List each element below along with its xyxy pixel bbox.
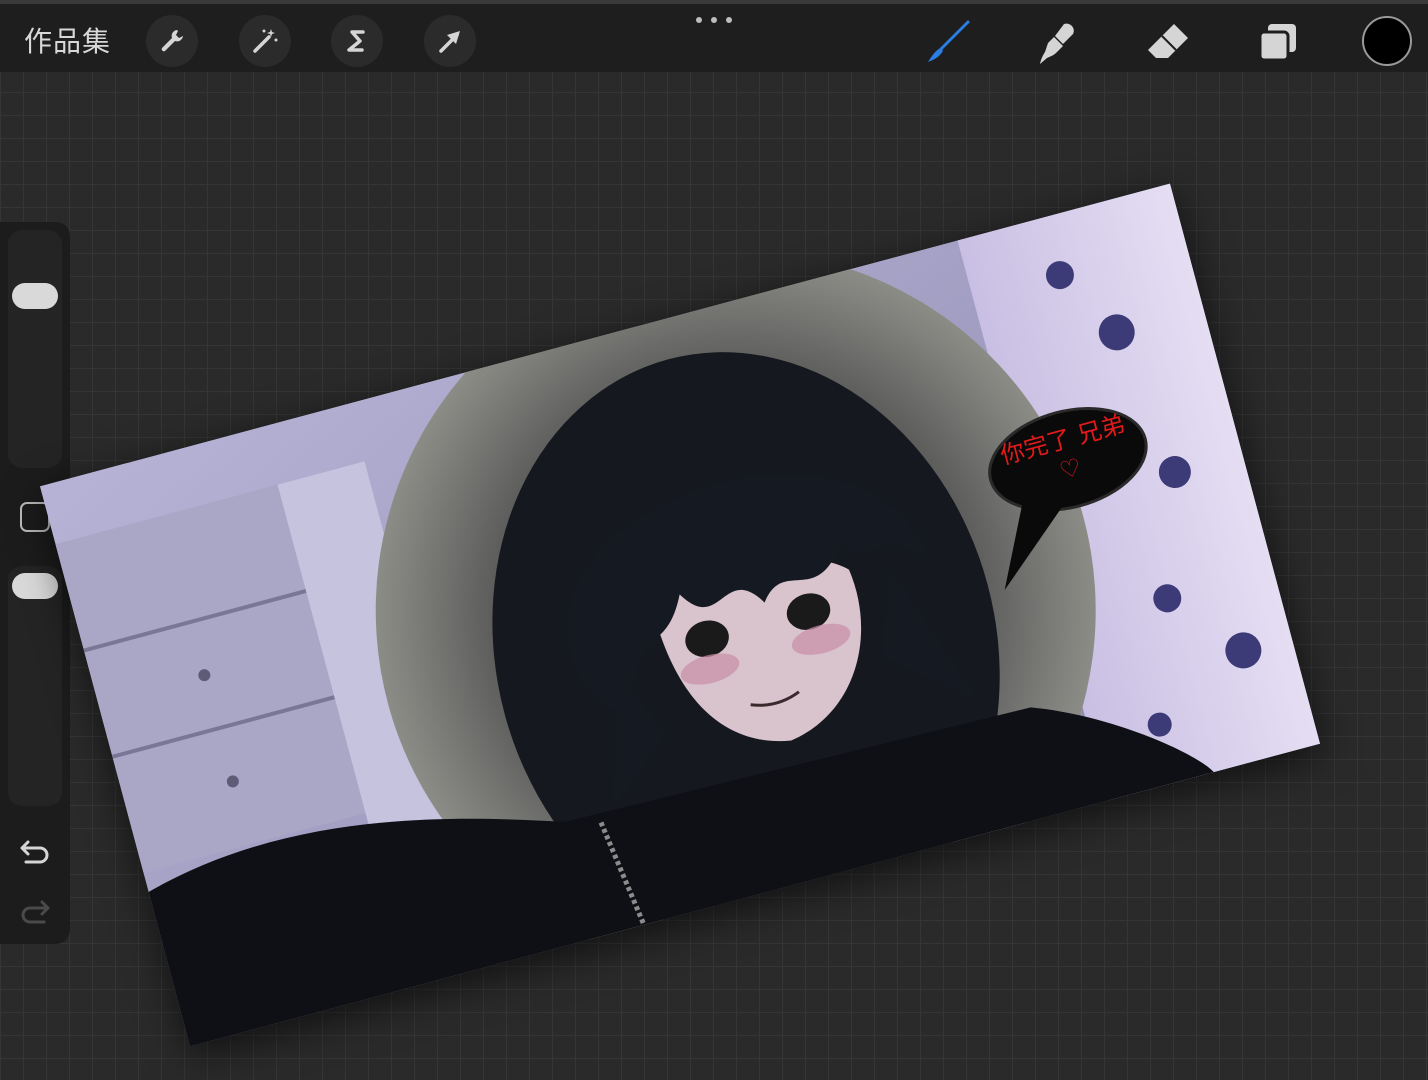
top-toolbar: 作品集 bbox=[0, 0, 1428, 72]
actions-button[interactable] bbox=[146, 15, 198, 67]
left-sidebar bbox=[0, 222, 70, 944]
selection-icon bbox=[347, 30, 365, 52]
wrench-icon bbox=[161, 30, 183, 52]
eraser-icon bbox=[1148, 24, 1188, 58]
dot-icon bbox=[726, 17, 732, 23]
adjustments-button[interactable] bbox=[239, 15, 291, 67]
undo-icon[interactable] bbox=[18, 834, 52, 868]
artwork-image bbox=[39, 183, 1321, 1047]
color-picker-swatch[interactable] bbox=[1362, 16, 1412, 66]
eraser-tool-button[interactable] bbox=[1142, 16, 1194, 68]
dot-icon bbox=[696, 17, 702, 23]
selection-button[interactable] bbox=[331, 15, 383, 67]
smudge-icon bbox=[1040, 23, 1074, 64]
layers-icon bbox=[1258, 24, 1296, 62]
redo-icon[interactable] bbox=[18, 894, 52, 928]
brush-size-slider[interactable] bbox=[8, 230, 62, 468]
transform-button[interactable] bbox=[424, 15, 476, 67]
drawing-canvas[interactable]: 你完了 兄弟♡ bbox=[39, 183, 1321, 1047]
opacity-slider[interactable] bbox=[8, 566, 62, 806]
gallery-button[interactable]: 作品集 bbox=[24, 20, 111, 60]
paint-tool-button[interactable] bbox=[922, 16, 974, 68]
more-options-handle[interactable] bbox=[696, 12, 732, 28]
magic-wand-icon bbox=[253, 29, 278, 53]
dot-icon bbox=[711, 17, 717, 23]
smudge-tool-button[interactable] bbox=[1032, 16, 1084, 68]
opacity-thumb[interactable] bbox=[12, 573, 58, 599]
brush-size-thumb[interactable] bbox=[12, 283, 58, 309]
transform-arrow-icon bbox=[439, 31, 460, 53]
brush-icon bbox=[928, 20, 970, 62]
layers-button[interactable] bbox=[1252, 16, 1304, 68]
